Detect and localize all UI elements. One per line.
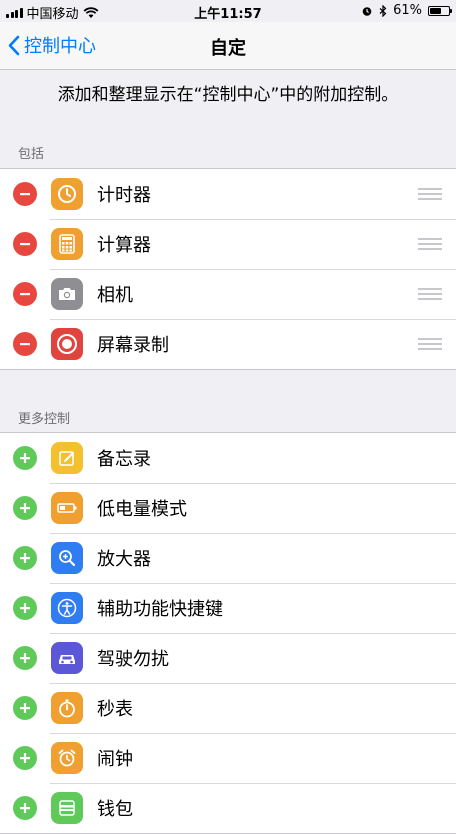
add-button[interactable] <box>13 646 37 670</box>
magnifier-icon <box>51 542 83 574</box>
control-row[interactable]: 辅助功能快捷键 <box>0 583 456 633</box>
wallet-icon <box>51 792 83 824</box>
minus-icon <box>20 243 30 246</box>
control-label: 闹钟 <box>97 749 133 770</box>
control-label: 计算器 <box>97 235 151 256</box>
add-button[interactable] <box>13 546 37 570</box>
add-button[interactable] <box>13 596 37 620</box>
control-row[interactable]: 低电量模式 <box>0 483 456 533</box>
minus-icon <box>20 193 30 196</box>
timer-icon <box>51 178 83 210</box>
alarm-clock-icon <box>51 742 83 774</box>
minus-icon <box>20 343 30 346</box>
camera-icon <box>51 278 83 310</box>
stopwatch-icon <box>51 692 83 724</box>
screen-record-icon <box>51 328 83 360</box>
control-label: 钱包 <box>97 799 133 820</box>
reorder-handle-icon[interactable] <box>418 238 442 253</box>
add-button[interactable] <box>13 496 37 520</box>
add-button[interactable] <box>13 796 37 820</box>
control-row[interactable]: 屏幕录制 <box>0 319 456 369</box>
add-button[interactable] <box>13 696 37 720</box>
battery-percent: 61% <box>393 3 422 18</box>
control-label: 相机 <box>97 285 133 306</box>
battery-icon <box>428 5 452 16</box>
control-label: 秒表 <box>97 699 133 720</box>
control-row[interactable]: 驾驶勿扰 <box>0 633 456 683</box>
plus-icon <box>20 553 30 563</box>
control-row[interactable]: 放大器 <box>0 533 456 583</box>
minus-icon <box>20 293 30 296</box>
control-label: 屏幕录制 <box>97 335 169 356</box>
calculator-icon <box>51 228 83 260</box>
car-icon <box>51 642 83 674</box>
back-button-label: 控制中心 <box>24 36 96 57</box>
back-button[interactable]: 控制中心 <box>8 32 96 58</box>
remove-button[interactable] <box>13 282 37 306</box>
remove-button[interactable] <box>13 332 37 356</box>
control-label: 辅助功能快捷键 <box>97 599 223 620</box>
control-row[interactable]: 秒表 <box>0 683 456 733</box>
add-button[interactable] <box>13 746 37 770</box>
control-label: 备忘录 <box>97 449 151 470</box>
section-header-more: 更多控制 <box>18 412 71 427</box>
plus-icon <box>20 803 30 813</box>
control-label: 低电量模式 <box>97 499 187 520</box>
control-label: 放大器 <box>97 549 151 570</box>
low-power-icon <box>51 492 83 524</box>
control-row[interactable]: 相机 <box>0 269 456 319</box>
add-button[interactable] <box>13 446 37 470</box>
notes-icon <box>51 442 83 474</box>
reorder-handle-icon[interactable] <box>418 188 442 203</box>
control-label: 驾驶勿扰 <box>97 649 169 670</box>
navigation-bar: 控制中心 自定 <box>0 22 456 70</box>
page-description: 添加和整理显示在“控制中心”中的附加控制。 <box>57 85 399 105</box>
bluetooth-icon <box>379 4 387 17</box>
control-row[interactable]: 闹钟 <box>0 733 456 783</box>
reorder-handle-icon[interactable] <box>418 288 442 303</box>
remove-button[interactable] <box>13 182 37 206</box>
more-controls-list: 备忘录低电量模式放大器辅助功能快捷键 驾驶勿扰秒表闹钟钱包 <box>0 432 456 834</box>
chevron-left-icon <box>8 35 20 55</box>
accessibility-icon <box>51 592 83 624</box>
plus-icon <box>20 703 30 713</box>
control-row[interactable]: 计算器 <box>0 219 456 269</box>
included-controls-list: 计时器计算器相机屏幕录制 <box>0 168 456 370</box>
control-row[interactable]: 计时器 <box>0 169 456 219</box>
plus-icon <box>20 653 30 663</box>
alarm-icon <box>362 6 372 16</box>
reorder-handle-icon[interactable] <box>418 338 442 353</box>
plus-icon <box>20 503 30 513</box>
control-row[interactable]: 备忘录 <box>0 433 456 483</box>
plus-icon <box>20 603 30 613</box>
battery-level <box>430 7 441 14</box>
status-bar: 中国移动 上午11:57 61% <box>0 0 456 22</box>
status-right: 61% <box>361 3 452 18</box>
plus-icon <box>20 753 30 763</box>
control-label: 计时器 <box>97 185 151 206</box>
remove-button[interactable] <box>13 232 37 256</box>
section-header-included: 包括 <box>18 147 45 162</box>
plus-icon <box>20 453 30 463</box>
